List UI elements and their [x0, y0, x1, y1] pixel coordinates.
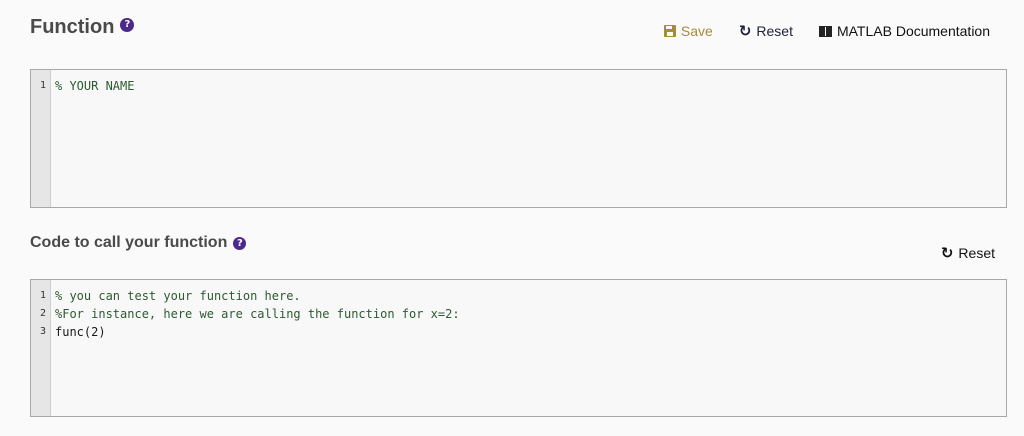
reset-button[interactable]: ↻ Reset	[739, 23, 793, 39]
line-number: 1	[39, 290, 46, 301]
matlab-documentation-button[interactable]: MATLAB Documentation	[818, 23, 990, 39]
line-number-gutter: 1 2 3	[31, 280, 51, 416]
code-area[interactable]: % YOUR NAME	[51, 70, 1006, 207]
reset-icon: ↻	[940, 243, 954, 262]
call-code-editor[interactable]: 1 2 3 % you can test your function here.…	[30, 279, 1007, 417]
code-line[interactable]: %For instance, here we are calling the f…	[55, 305, 1006, 323]
function-title-text: Function	[30, 16, 115, 38]
code-line[interactable]: % you can test your function here.	[55, 287, 1006, 305]
call-section-title-text: Code to call your function	[30, 234, 228, 251]
function-editor[interactable]: 1 % YOUR NAME	[30, 69, 1007, 208]
line-number: 3	[39, 326, 46, 337]
save-label: Save	[680, 23, 713, 39]
reset-label: Reset	[756, 23, 793, 39]
call-reset-label: Reset	[958, 245, 995, 261]
line-number: 1	[39, 80, 46, 91]
call-section-title: Code to call your function ?	[30, 234, 247, 252]
line-number: 2	[39, 308, 46, 319]
function-title: Function ?	[30, 16, 135, 39]
save-icon	[663, 25, 676, 37]
save-button[interactable]: Save	[663, 23, 713, 39]
help-icon[interactable]: ?	[233, 236, 247, 250]
docs-label: MATLAB Documentation	[836, 23, 990, 39]
call-reset-button[interactable]: ↻ Reset	[941, 245, 995, 261]
code-line[interactable]: func(2)	[55, 323, 1006, 341]
reset-icon: ↻	[738, 21, 752, 40]
book-icon	[818, 25, 832, 37]
function-toolbar: Save ↻ Reset MATLAB Documentation	[663, 23, 990, 39]
help-icon[interactable]: ?	[120, 17, 135, 32]
line-number-gutter: 1	[31, 70, 51, 207]
code-area[interactable]: % you can test your function here. %For …	[51, 280, 1006, 416]
code-line[interactable]: % YOUR NAME	[55, 77, 1006, 95]
